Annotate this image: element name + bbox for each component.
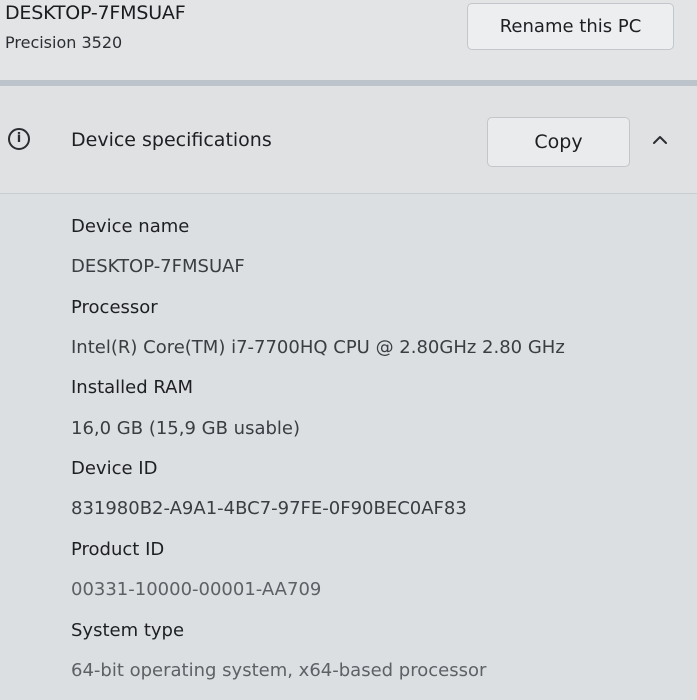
section-title: Device specifications (71, 129, 272, 151)
spec-value-device-name: DESKTOP-7FMSUAF (71, 256, 245, 277)
device-specifications-header[interactable]: i Device specifications Copy (0, 86, 697, 194)
spec-label-device-name: Device name (71, 216, 190, 237)
spec-value-product-id: 00331-10000-00001-AA709 (71, 579, 322, 600)
chevron-up-icon[interactable] (648, 131, 672, 149)
copy-button[interactable]: Copy (487, 117, 630, 167)
pc-name: DESKTOP-7FMSUAF (5, 2, 186, 24)
pc-header: DESKTOP-7FMSUAF Precision 3520 Rename th… (0, 0, 697, 80)
pc-model: Precision 3520 (5, 33, 123, 52)
spec-label-processor: Processor (71, 297, 158, 318)
spec-value-installed-ram: 16,0 GB (15,9 GB usable) (71, 418, 300, 439)
spec-value-processor: Intel(R) Core(TM) i7-7700HQ CPU @ 2.80GH… (71, 337, 565, 358)
device-specifications-list: Device name DESKTOP-7FMSUAF Processor In… (0, 194, 697, 700)
info-icon: i (8, 128, 30, 150)
spec-label-installed-ram: Installed RAM (71, 377, 194, 398)
spec-label-device-id: Device ID (71, 458, 158, 479)
spec-value-device-id: 831980B2-A9A1-4BC7-97FE-0F90BEC0AF83 (71, 498, 467, 519)
spec-label-system-type: System type (71, 620, 185, 641)
rename-pc-button[interactable]: Rename this PC (467, 3, 674, 50)
spec-value-system-type: 64-bit operating system, x64-based proce… (71, 660, 487, 681)
spec-label-product-id: Product ID (71, 539, 165, 560)
